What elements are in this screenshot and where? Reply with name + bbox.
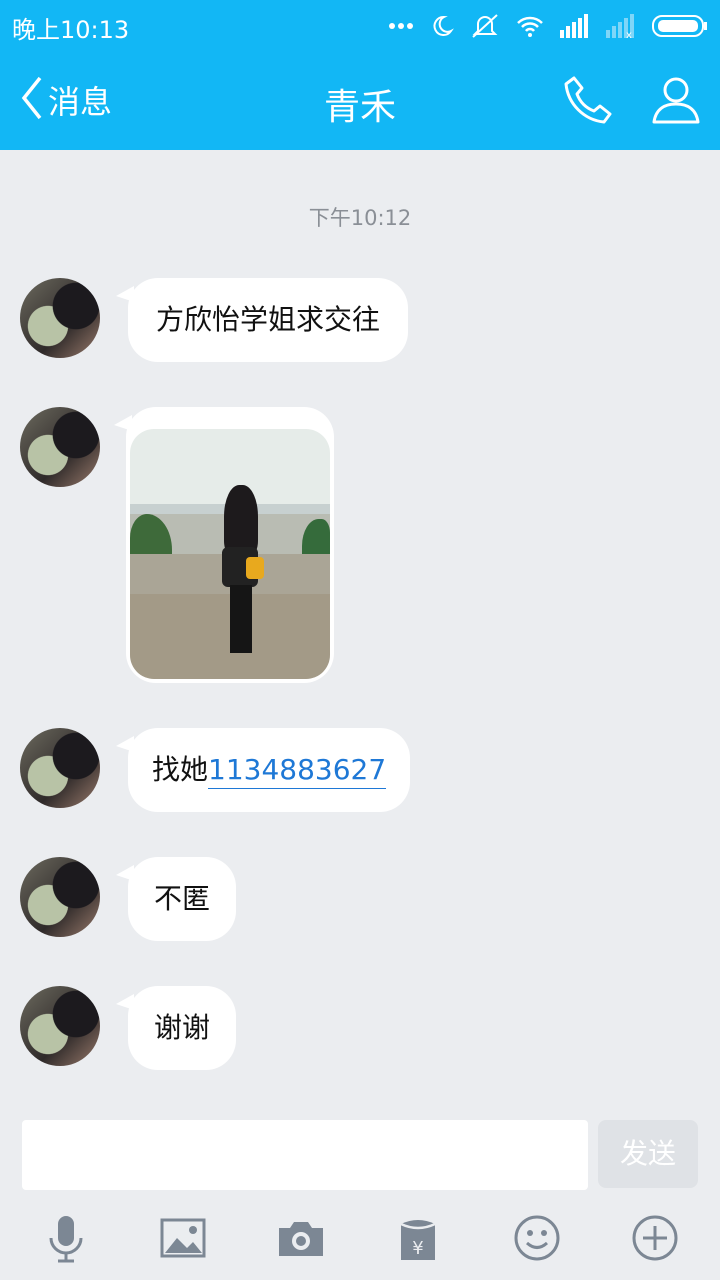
plus-icon[interactable]: [629, 1212, 681, 1264]
avatar[interactable]: [20, 986, 100, 1066]
wifi-icon: [516, 15, 544, 37]
image-icon[interactable]: [157, 1212, 209, 1264]
emoji-icon[interactable]: [511, 1212, 563, 1264]
status-time: 晚上10:13: [12, 16, 130, 44]
message-text: 谢谢: [154, 1011, 211, 1044]
more-dots-icon: [388, 22, 414, 30]
microphone-icon[interactable]: [40, 1212, 92, 1264]
avatar[interactable]: [20, 278, 100, 358]
svg-text:x: x: [626, 30, 632, 38]
moon-icon: [430, 14, 454, 38]
message-bubble[interactable]: 不匿: [115, 857, 237, 941]
qq-number-link[interactable]: 1134883627: [208, 753, 387, 789]
bottom-toolbar: ¥: [0, 1200, 720, 1280]
chat-header: 消息 青禾: [0, 50, 720, 150]
signal-empty-icon: x: [606, 14, 636, 38]
camera-icon[interactable]: [275, 1212, 327, 1264]
svg-text:¥: ¥: [412, 1238, 423, 1259]
avatar[interactable]: [20, 857, 100, 937]
status-bar: 晚上10:13 x: [0, 0, 720, 50]
battery-icon: [652, 14, 708, 38]
send-button[interactable]: 发送: [598, 1120, 698, 1188]
message-text: 不匿: [154, 882, 211, 915]
message-bubble[interactable]: 方欣怡学姐求交往: [115, 278, 409, 362]
profile-icon[interactable]: [650, 74, 702, 126]
message-text: 方欣怡学姐求交往: [156, 303, 381, 336]
message-text: 找她: [152, 753, 209, 786]
message-bubble[interactable]: 谢谢: [115, 986, 237, 1070]
signal-icon: [560, 14, 590, 38]
message-timestamp: 下午10:12: [308, 206, 412, 230]
message-bubble[interactable]: 找她1134883627: [115, 728, 411, 812]
mute-icon: [470, 13, 500, 39]
red-packet-icon[interactable]: ¥: [392, 1212, 444, 1264]
photo-image[interactable]: [130, 429, 330, 679]
image-message-bubble[interactable]: [114, 407, 334, 683]
phone-icon[interactable]: [562, 74, 614, 126]
avatar[interactable]: [20, 728, 100, 808]
status-icons: x: [388, 12, 708, 40]
message-input[interactable]: [22, 1120, 588, 1190]
avatar[interactable]: [20, 407, 100, 487]
